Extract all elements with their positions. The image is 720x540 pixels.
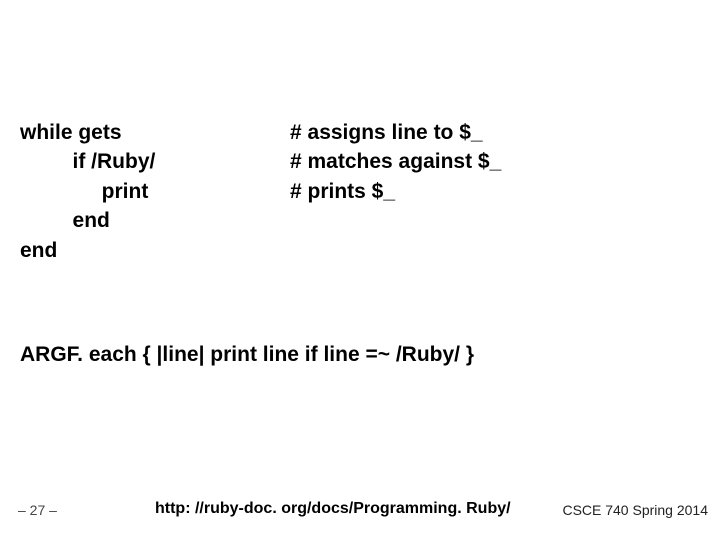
code-line: end (20, 206, 700, 235)
course-label: CSCE 740 Spring 2014 (562, 502, 708, 518)
slide-content: while gets# assigns line to $_ if /Ruby/… (20, 118, 700, 367)
argf-line: ARGF. each { |line| print line if line =… (20, 343, 700, 367)
code-block: while gets# assigns line to $_ if /Ruby/… (20, 118, 700, 265)
slide: while gets# assigns line to $_ if /Ruby/… (0, 0, 720, 540)
footer: – 27 – http: //ruby-doc. org/docs/Progra… (0, 494, 720, 518)
code-text: while gets (20, 118, 290, 147)
code-comment: # prints $_ (290, 177, 395, 206)
code-line: end (20, 236, 700, 265)
code-comment: # assigns line to $_ (290, 118, 483, 147)
code-comment: # matches against $_ (290, 147, 501, 176)
code-line: if /Ruby/# matches against $_ (20, 147, 700, 176)
footer-url: http: //ruby-doc. org/docs/Programming. … (155, 500, 511, 518)
code-text: if /Ruby/ (20, 147, 290, 176)
code-text: print (20, 177, 290, 206)
code-line: while gets# assigns line to $_ (20, 118, 700, 147)
code-text: end (20, 236, 290, 265)
code-text: end (20, 206, 290, 235)
page-number: – 27 – (18, 502, 57, 518)
code-line: print# prints $_ (20, 177, 700, 206)
